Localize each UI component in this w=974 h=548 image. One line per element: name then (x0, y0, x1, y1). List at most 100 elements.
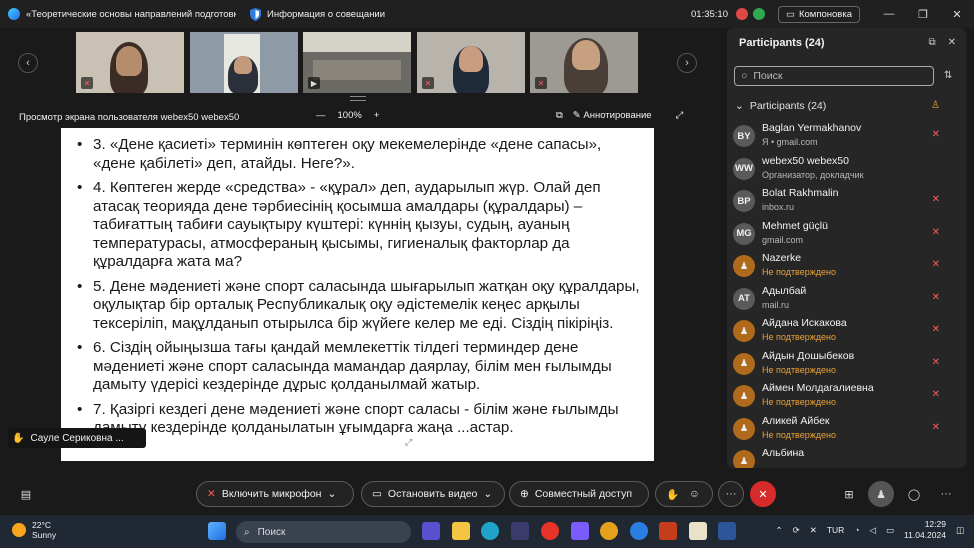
muted-mic-icon[interactable]: ✕ (932, 324, 940, 335)
avatar: ♟ (733, 255, 755, 277)
muted-mic-icon[interactable]: ✕ (932, 422, 940, 433)
teams-icon[interactable] (422, 522, 440, 540)
layout-icon: ▭ (786, 8, 795, 20)
participant-row[interactable]: ♟ Nazerke Не подтверждено ✕ (727, 250, 966, 283)
close-panel-icon[interactable]: ✕ (948, 37, 956, 48)
participant-row[interactable]: ♟ Айдын Дошыбеков Не подтверждено ✕ (727, 348, 966, 381)
participant-row[interactable]: AT Адылбай mail.ru ✕ (727, 283, 966, 316)
apps-icon[interactable]: ⊞ (836, 481, 862, 507)
annotate-button[interactable]: ✎ Аннотирование (573, 110, 652, 121)
captions-icon[interactable]: ▤ (13, 481, 39, 507)
layout-button[interactable]: ▭ Компоновка (778, 5, 860, 23)
powerpoint-icon[interactable] (659, 522, 677, 540)
muted-mic-icon[interactable]: ✕ (932, 292, 940, 303)
chrome-icon[interactable] (600, 522, 618, 540)
muted-mic-icon[interactable]: ✕ (932, 357, 940, 368)
participant-row[interactable]: ♟ Айдана Искакова Не подтверждено ✕ (727, 315, 966, 348)
muted-mic-icon[interactable]: ✕ (932, 259, 940, 270)
webex-taskbar-icon[interactable] (630, 522, 648, 540)
pen-icon: ✎ (572, 110, 581, 121)
zoom-level[interactable]: 100% (338, 110, 362, 121)
annotation-controls: ⧉ ✎ Аннотирование ⤢ (556, 110, 683, 121)
store-icon[interactable] (511, 522, 529, 540)
participants-icon[interactable]: ♟ (868, 481, 894, 507)
file-explorer-icon[interactable] (452, 522, 470, 540)
share-button[interactable]: ⊕ Совместный доступ (509, 481, 649, 507)
participants-search-input[interactable]: ○ Поиск (734, 66, 934, 86)
video-thumbnail[interactable]: ✕ (530, 32, 638, 93)
start-menu-icon[interactable] (208, 522, 226, 540)
chevron-down-icon: ⌄ (735, 100, 744, 112)
expand-icon[interactable]: ⤢ (676, 110, 684, 121)
weather-widget[interactable]: 22°C Sunny (12, 520, 56, 540)
avatar: ♟ (733, 450, 755, 468)
edge-icon[interactable] (481, 522, 499, 540)
share-screen-icon: ⊕ (520, 488, 529, 500)
participant-row[interactable]: BP Bolat Rakhmalin inbox.ru ✕ (727, 185, 966, 218)
reactions-icon[interactable]: ☺ (689, 488, 700, 500)
muted-mic-icon[interactable]: ✕ (932, 194, 940, 205)
participant-row[interactable]: ♟ Альбина (727, 445, 966, 468)
app-icon[interactable] (571, 522, 589, 540)
muted-mic-icon[interactable]: ✕ (932, 389, 940, 400)
minimize-icon[interactable]: — (872, 8, 906, 20)
avatar: AT (733, 287, 755, 310)
panel-title: Participants (24) (739, 37, 825, 49)
host-icon[interactable]: ♙ (931, 100, 940, 111)
battery-icon[interactable]: ▭ (886, 525, 894, 536)
notes-icon[interactable] (689, 522, 707, 540)
video-thumbnail[interactable]: ✕ (76, 32, 184, 93)
avatar: ♟ (733, 320, 755, 342)
connection-status-icon[interactable] (753, 8, 765, 20)
participant-row[interactable]: MG Mehmet güçlü gmail.com ✕ (727, 218, 966, 251)
avatar: BY (733, 125, 755, 147)
video-thumbnail[interactable]: ✕ (417, 32, 525, 93)
participant-row[interactable]: ♟ Аликей Айбек Не подтверждено ✕ (727, 413, 966, 446)
meeting-info-link[interactable]: Информация о совещании (267, 9, 385, 20)
muted-mic-icon: ✕ (207, 488, 216, 500)
speaker-icon[interactable]: ◁ (869, 525, 876, 536)
restore-icon[interactable]: ❐ (906, 8, 940, 21)
stop-video-button[interactable]: ▭ Остановить видео ⌄ (361, 481, 505, 507)
language-indicator[interactable]: TUR (827, 525, 844, 535)
slide-bullet: 3. «Дене қасиеті» терминін көптеген оқу … (75, 136, 644, 173)
mic-muted-tray-icon[interactable]: ✕ (810, 525, 817, 536)
sort-icon[interactable]: ⇅ (944, 70, 952, 81)
more-options-icon[interactable]: ··· (718, 481, 744, 507)
chevron-up-icon[interactable]: ⌃ (775, 525, 782, 536)
participant-row[interactable]: BY Baglan Yermakhanov Я • gmail.com ✕ (727, 120, 966, 153)
muted-mic-icon[interactable]: ✕ (932, 129, 940, 140)
unmute-button[interactable]: ✕ Включить микрофон ⌄ (196, 481, 354, 507)
taskbar-search[interactable]: ⌕ Поиск (236, 521, 411, 543)
clock[interactable]: 12:29 11.04.2024 (904, 519, 946, 541)
video-thumbnail[interactable]: ▶ (303, 32, 411, 93)
sync-icon[interactable]: ⟳ (793, 525, 800, 536)
shield-icon[interactable] (250, 7, 261, 21)
wifi-icon[interactable]: ◔ (854, 525, 859, 535)
participant-row[interactable]: WW webex50 webex50 Организатор, докладчи… (727, 153, 966, 186)
chat-icon[interactable]: ◯ (901, 481, 927, 507)
close-icon[interactable]: ✕ (940, 8, 974, 21)
raise-hand-icon[interactable]: ✋ (666, 488, 679, 501)
yandex-icon[interactable] (541, 522, 559, 540)
leave-meeting-button[interactable]: ✕ (750, 481, 776, 507)
zoom-out-icon[interactable]: — (316, 110, 326, 121)
video-thumbnail[interactable] (190, 32, 298, 93)
windows-taskbar: 22°C Sunny ⌕ Поиск ⌃ ⟳ ✕ TUR ◔ ◁ ▭ 12:29… (0, 515, 974, 548)
muted-mic-icon[interactable]: ✕ (932, 227, 940, 238)
muted-mic-icon: ✕ (535, 77, 547, 89)
meeting-title: «Теоретические основы направлений подгот… (26, 8, 236, 20)
thumbnails-next-icon[interactable]: › (677, 53, 697, 73)
zoom-in-icon[interactable]: + (374, 110, 380, 121)
thumbnails-prev-icon[interactable]: ‹ (18, 53, 38, 73)
participants-section-header[interactable]: ⌄ Participants (24) (735, 100, 826, 112)
participant-row[interactable]: ♟ Аймен Молдагалиевна Не подтверждено ✕ (727, 380, 966, 413)
word-icon[interactable] (718, 522, 736, 540)
recording-icon[interactable] (736, 8, 748, 20)
notifications-icon[interactable]: ◫ (956, 525, 964, 536)
active-speaker-tag: ✋ Сауле Сериковна ... (8, 428, 146, 448)
share-options-icon[interactable]: ⧉ (556, 110, 563, 121)
popout-icon[interactable]: ⧉ (928, 37, 935, 48)
resize-handle[interactable] (350, 96, 366, 101)
more-panels-icon[interactable]: ··· (933, 481, 959, 507)
